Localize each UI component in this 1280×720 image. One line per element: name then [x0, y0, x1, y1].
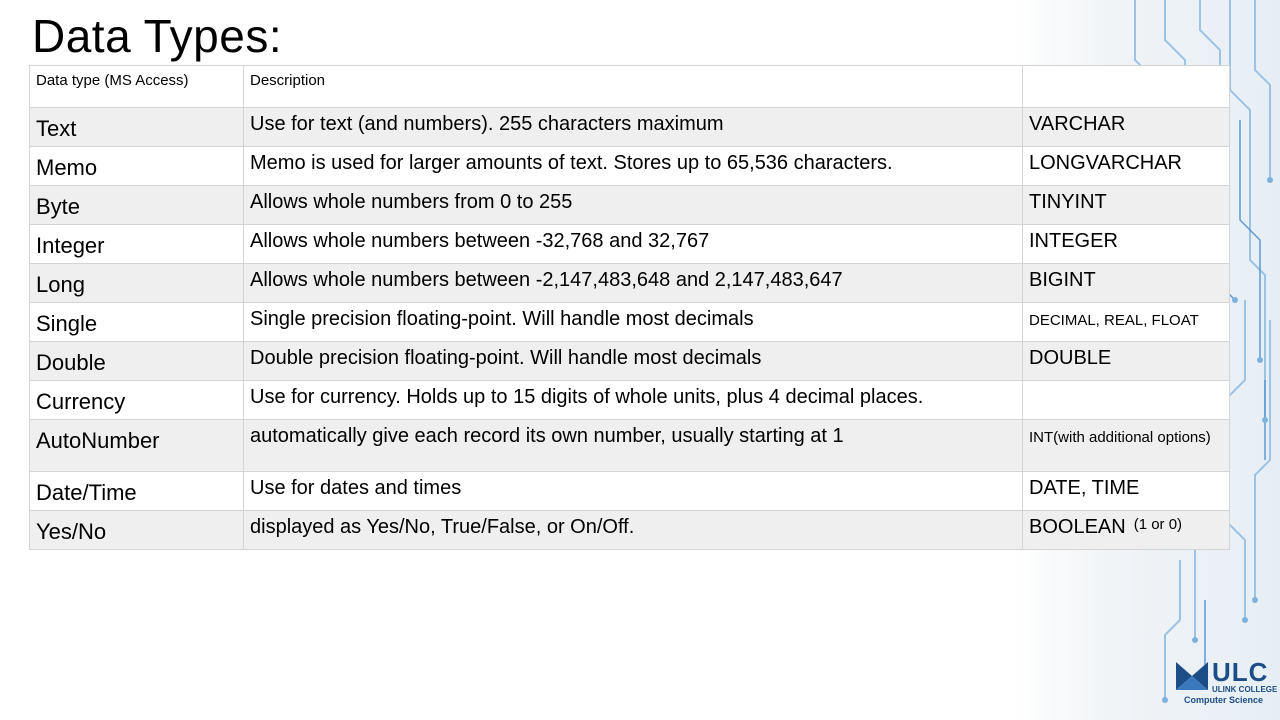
- table-row: Memo Memo is used for larger amounts of …: [29, 146, 1230, 186]
- description-cell: Use for text (and numbers). 255 characte…: [243, 107, 1023, 147]
- sql-type-label: BOOLEAN: [1029, 516, 1126, 538]
- description-cell: Double precision floating-point. Will ha…: [243, 341, 1023, 381]
- table-row: Single Single precision floating-point. …: [29, 302, 1230, 342]
- sql-type-cell: INT(with additional options): [1022, 419, 1230, 472]
- logo-department: Computer Science: [1184, 695, 1264, 705]
- table-row: Date/Time Use for dates and times DATE, …: [29, 471, 1230, 511]
- table-row: Currency Use for currency. Holds up to 1…: [29, 380, 1230, 420]
- sql-type-cell: DATE, TIME: [1022, 471, 1230, 511]
- sql-type-cell: BOOLEAN (1 or 0): [1022, 510, 1230, 550]
- type-cell: Single: [29, 302, 244, 342]
- type-cell: Long: [29, 263, 244, 303]
- table-row: Long Allows whole numbers between -2,147…: [29, 263, 1230, 303]
- logo-subtitle: ULINK COLLEGE: [1212, 685, 1278, 694]
- table-row: Yes/No displayed as Yes/No, True/False, …: [29, 510, 1230, 550]
- header-cell: Description: [243, 65, 1023, 108]
- header-cell: [1022, 65, 1230, 108]
- type-cell: Text: [29, 107, 244, 147]
- logo-name: ULC: [1212, 657, 1269, 687]
- description-cell: Allows whole numbers between -2,147,483,…: [243, 263, 1023, 303]
- table-row: Double Double precision floating-point. …: [29, 341, 1230, 381]
- type-cell: Double: [29, 341, 244, 381]
- sql-type-cell: VARCHAR: [1022, 107, 1230, 147]
- sql-type-cell: TINYINT: [1022, 185, 1230, 225]
- header-cell: Data type (MS Access): [29, 65, 244, 108]
- type-cell: Currency: [29, 380, 244, 420]
- description-cell: displayed as Yes/No, True/False, or On/O…: [243, 510, 1023, 550]
- type-cell: Byte: [29, 185, 244, 225]
- sql-type-cell: LONGVARCHAR: [1022, 146, 1230, 186]
- sql-type-note: (1 or 0): [1133, 516, 1183, 533]
- sql-type-cell: INTEGER: [1022, 224, 1230, 264]
- type-cell: AutoNumber: [29, 419, 244, 472]
- type-cell: Yes/No: [29, 510, 244, 550]
- description-cell: automatically give each record its own n…: [243, 419, 1023, 472]
- description-cell: Use for currency. Holds up to 15 digits …: [243, 380, 1023, 420]
- type-cell: Memo: [29, 146, 244, 186]
- page-title: Data Types:: [32, 10, 283, 62]
- table-row: Text Use for text (and numbers). 255 cha…: [29, 107, 1230, 147]
- type-cell: Integer: [29, 224, 244, 264]
- description-cell: Allows whole numbers between -32,768 and…: [243, 224, 1023, 264]
- sql-type-cell: DOUBLE: [1022, 341, 1230, 381]
- data-types-table: Data type (MS Access) Description Text U…: [29, 65, 1230, 550]
- description-cell: Allows whole numbers from 0 to 255: [243, 185, 1023, 225]
- table-row: Byte Allows whole numbers from 0 to 255 …: [29, 185, 1230, 225]
- description-cell: Use for dates and times: [243, 471, 1023, 511]
- description-cell: Single precision floating-point. Will ha…: [243, 302, 1023, 342]
- sql-type-cell: DECIMAL, REAL, FLOAT: [1022, 302, 1230, 342]
- type-cell: Date/Time: [29, 471, 244, 511]
- table-header-row: Data type (MS Access) Description: [29, 65, 1230, 108]
- description-cell: Memo is used for larger amounts of text.…: [243, 146, 1023, 186]
- table-row: AutoNumber automatically give each recor…: [29, 419, 1230, 472]
- sql-type-cell: [1022, 380, 1230, 420]
- sql-type-cell: BIGINT: [1022, 263, 1230, 303]
- table-row: Integer Allows whole numbers between -32…: [29, 224, 1230, 264]
